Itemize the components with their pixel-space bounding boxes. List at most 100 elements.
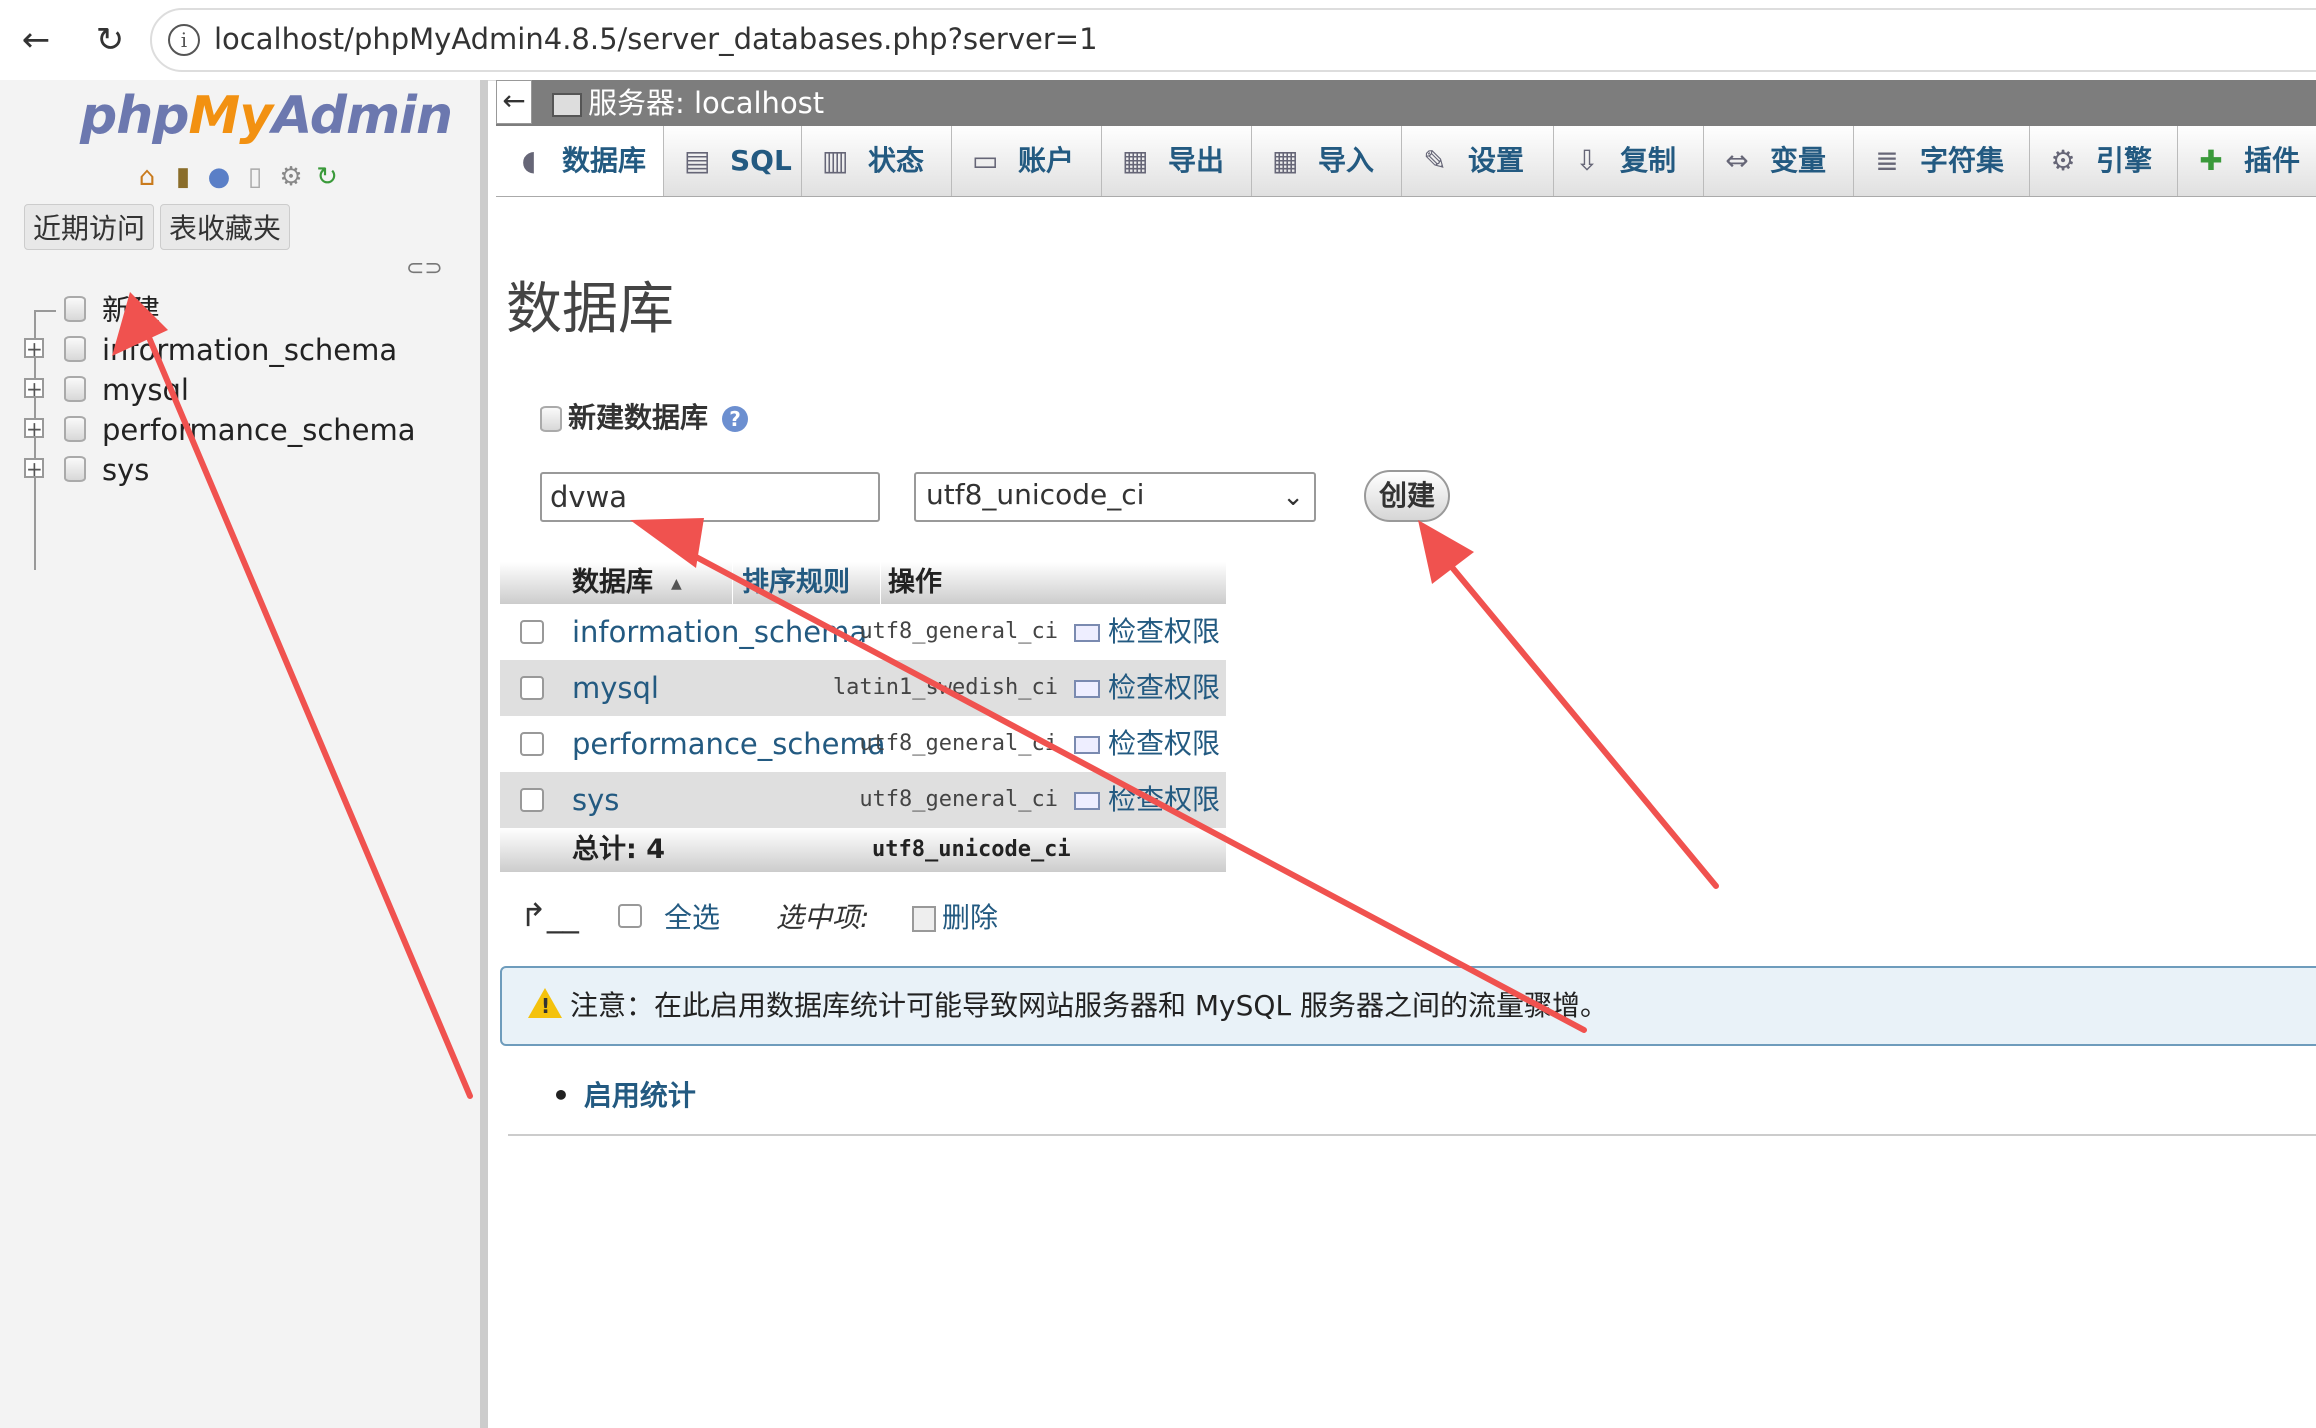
wrench-icon: ✎	[1423, 144, 1447, 177]
tab-label: SQL	[730, 144, 792, 177]
logout-icon[interactable]: ▮	[168, 162, 198, 192]
address-bar[interactable]: i localhost/phpMyAdmin4.8.5/server_datab…	[150, 8, 2316, 72]
database-link[interactable]: information_schema	[572, 604, 867, 660]
tab-export[interactable]: ▦ 导出	[1102, 126, 1252, 196]
table-header: 数据库 ▲ 排序规则 操作	[500, 562, 1226, 604]
tree-branch	[34, 310, 56, 312]
database-icon	[64, 416, 86, 442]
check-privileges-link[interactable]: 检查权限	[1074, 660, 1220, 716]
tab-label: 引擎	[2096, 144, 2153, 177]
enable-statistics-link[interactable]: 启用统计	[552, 1074, 696, 1114]
tab-label: 账户	[1018, 144, 1075, 177]
check-privileges-link[interactable]: 检查权限	[1074, 716, 1220, 772]
docs-icon[interactable]: ▯	[240, 162, 270, 192]
collapse-nav-arrow-icon[interactable]: ←	[496, 80, 532, 124]
tab-status[interactable]: ▥ 状态	[802, 126, 952, 196]
expand-icon[interactable]: +	[24, 458, 44, 479]
delete-button[interactable]: 删除	[912, 896, 998, 940]
row-checkbox[interactable]	[520, 788, 544, 812]
nav-tabs: 近期访问 表收藏夹	[24, 204, 291, 250]
favorites-tab[interactable]: 表收藏夹	[160, 204, 291, 250]
tab-label: 字符集	[1920, 144, 2005, 177]
tree-label[interactable]: information_schema	[102, 330, 397, 370]
home-icon[interactable]: ⌂	[132, 162, 162, 192]
tree-label[interactable]: mysql	[102, 370, 189, 410]
table-row: performance_schema utf8_general_ci 检查权限	[500, 716, 1226, 772]
tab-charsets[interactable]: ≣ 字符集	[1854, 126, 2030, 196]
tab-engines[interactable]: ⚙ 引擎	[2030, 126, 2178, 196]
privileges-icon	[1074, 680, 1100, 698]
expand-icon[interactable]: +	[24, 418, 44, 439]
tab-variables[interactable]: ⇔ 变量	[1704, 126, 1854, 196]
header-action: 操作	[888, 567, 942, 598]
database-link[interactable]: sys	[572, 772, 619, 828]
tab-import[interactable]: ▦ 导入	[1252, 126, 1402, 196]
bulk-actions: ↱__ 全选 选中项: 删除	[520, 896, 1320, 940]
select-all-label[interactable]: 全选	[664, 896, 720, 940]
status-icon: ▥	[822, 144, 849, 177]
phpmyadmin-logo[interactable]: phpMyAdmin	[80, 86, 453, 146]
expand-icon[interactable]: +	[24, 338, 44, 359]
tree-item-new[interactable]: 新建	[22, 290, 422, 330]
select-all-checkbox[interactable]	[618, 904, 642, 928]
tree-label[interactable]: sys	[102, 450, 149, 490]
check-privileges-link[interactable]: 检查权限	[1074, 604, 1220, 660]
database-icon	[64, 376, 86, 402]
tab-label: 状态	[868, 144, 925, 177]
navigation-panel: phpMyAdmin ⌂ ▮ ● ▯ ⚙ ↻ 近期访问 表收藏夹 ⊂⊃ 新建 +…	[0, 80, 488, 1428]
server-breadcrumb[interactable]: 服务器: localhost	[552, 84, 824, 122]
annotation-arrowhead	[630, 518, 704, 568]
url-text[interactable]: localhost/phpMyAdmin4.8.5/server_databas…	[214, 22, 1098, 56]
help-icon[interactable]: ?	[722, 406, 749, 432]
database-link[interactable]: performance_schema	[572, 716, 886, 772]
tab-label: 设置	[1468, 144, 1525, 177]
tree-item-performance-schema[interactable]: + performance_schema	[22, 410, 422, 450]
browser-toolbar: ← ↻ i localhost/phpMyAdmin4.8.5/server_d…	[0, 0, 2316, 81]
privileges-icon	[1074, 792, 1100, 810]
recent-tab[interactable]: 近期访问	[24, 204, 155, 250]
database-name-input[interactable]	[540, 472, 880, 522]
info-icon[interactable]: i	[168, 24, 200, 56]
sort-asc-icon[interactable]: ▲	[671, 576, 682, 592]
replication-icon: ⇩	[1575, 144, 1599, 177]
privileges-icon	[1074, 624, 1100, 642]
reload-nav-icon[interactable]: ↻	[312, 162, 342, 192]
logo-admin: Admin	[272, 86, 453, 146]
header-collation[interactable]: 排序规则	[742, 562, 850, 604]
collation-value: utf8_general_ci	[859, 731, 1058, 756]
divider	[508, 1134, 2316, 1136]
tree-item-sys[interactable]: + sys	[22, 450, 422, 490]
database-icon: ◖	[521, 144, 537, 177]
link-icon[interactable]: ⊂⊃	[406, 256, 443, 281]
reload-icon[interactable]: ↻	[88, 18, 132, 62]
collation-select[interactable]: utf8_unicode_ci ⌄	[914, 472, 1316, 522]
row-checkbox[interactable]	[520, 620, 544, 644]
row-checkbox[interactable]	[520, 732, 544, 756]
server-title[interactable]: 服务器: localhost	[588, 86, 824, 120]
row-checkbox[interactable]	[520, 676, 544, 700]
tab-sql[interactable]: ▤ SQL	[664, 126, 802, 196]
back-arrow-icon[interactable]: ←	[14, 18, 58, 62]
delete-label: 删除	[942, 901, 999, 934]
with-selected-label: 选中项:	[776, 901, 870, 934]
tab-replication[interactable]: ⇩ 复制	[1554, 126, 1704, 196]
tab-accounts[interactable]: ▭ 账户	[952, 126, 1102, 196]
sql-icon: ▤	[684, 144, 711, 177]
tree-label[interactable]: 新建	[102, 290, 160, 330]
collation-value: latin1_swedish_ci	[832, 675, 1058, 700]
check-privileges-link[interactable]: 检查权限	[1074, 772, 1220, 828]
tree-label[interactable]: performance_schema	[102, 410, 416, 450]
export-icon: ▦	[1122, 144, 1149, 177]
tab-settings[interactable]: ✎ 设置	[1402, 126, 1554, 196]
tree-item-mysql[interactable]: + mysql	[22, 370, 422, 410]
tab-plugins[interactable]: ✚ 插件	[2178, 126, 2316, 196]
database-link[interactable]: mysql	[572, 660, 659, 716]
engine-icon: ⚙	[2050, 144, 2076, 177]
create-button[interactable]: 创建	[1364, 470, 1450, 522]
expand-icon[interactable]: +	[24, 378, 44, 399]
tree-item-information-schema[interactable]: + information_schema	[22, 330, 422, 370]
gear-icon[interactable]: ⚙	[276, 162, 306, 192]
header-database[interactable]: 数据库 ▲	[572, 562, 682, 605]
help-icon[interactable]: ●	[204, 162, 234, 192]
tab-databases[interactable]: ◖ 数据库	[496, 126, 664, 196]
